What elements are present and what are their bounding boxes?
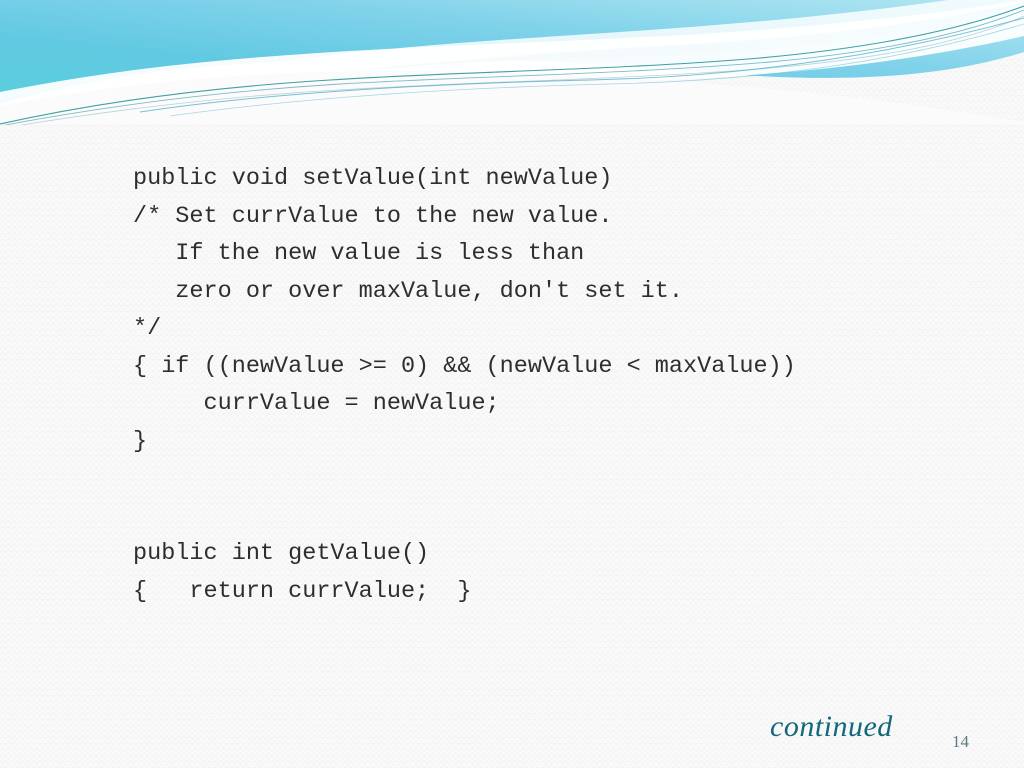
page-number: 14 <box>952 732 969 751</box>
code-line: { if ((newValue >= 0) && (newValue < max… <box>133 352 796 380</box>
code-line: } <box>133 427 148 455</box>
code-line: public void setValue(int newValue) <box>133 165 613 192</box>
code-line: */ <box>133 315 162 342</box>
code-listing: public void setValue(int newValue) /* Se… <box>133 160 973 610</box>
code-line: If the new value is less than <box>133 240 585 267</box>
code-line: public int getValue() <box>133 540 430 567</box>
code-line: { return currValue; } <box>133 577 472 605</box>
code-line: /* Set currValue to the new value. <box>133 202 613 230</box>
code-line: currValue = newValue; <box>133 390 500 417</box>
continued-label: continued <box>770 710 893 743</box>
slide-content: public void setValue(int newValue) /* Se… <box>0 0 1024 768</box>
slide-canvas: public void setValue(int newValue) /* Se… <box>0 0 1024 768</box>
code-line: zero or over maxValue, don't set it. <box>133 277 683 305</box>
